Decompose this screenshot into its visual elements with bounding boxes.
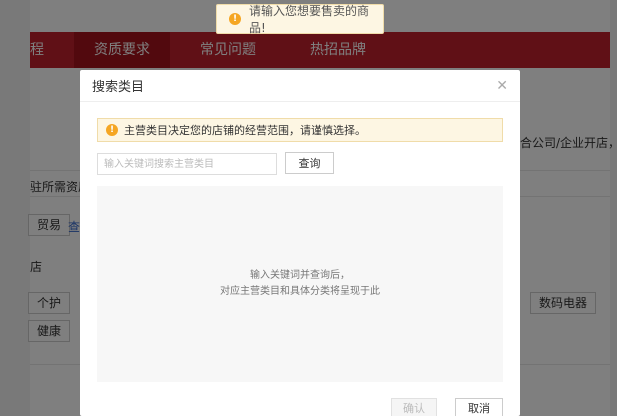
confirm-button[interactable]: 确认 xyxy=(391,398,437,416)
notice-banner: ! 主营类目决定您的店铺的经营范围，请谨慎选择。 xyxy=(97,118,503,142)
toast-text: 请输入您想要售卖的商品! xyxy=(249,4,370,35)
cancel-button[interactable]: 取消 xyxy=(455,398,503,416)
dialog-header: 搜索类目 ✕ xyxy=(80,70,520,102)
result-hint-line2: 对应主营类目和具体分类将呈现于此 xyxy=(220,286,380,297)
warning-icon: ! xyxy=(106,124,118,136)
category-search-input[interactable] xyxy=(97,153,277,175)
result-hint-line1: 输入关键词并查询后， xyxy=(250,270,350,281)
notice-text: 主营类目决定您的店铺的经营范围，请谨慎选择。 xyxy=(124,124,366,137)
close-icon[interactable]: ✕ xyxy=(496,79,508,93)
search-category-dialog: 搜索类目 ✕ ! 主营类目决定您的店铺的经营范围，请谨慎选择。 查询 输入关键词… xyxy=(80,70,520,416)
toast-message: ! 请输入您想要售卖的商品! xyxy=(216,4,384,35)
result-area: 输入关键词并查询后， 对应主营类目和具体分类将呈现于此 xyxy=(97,186,503,382)
dialog-title: 搜索类目 xyxy=(92,80,145,95)
warning-icon: ! xyxy=(229,13,241,25)
query-button[interactable]: 查询 xyxy=(285,152,334,174)
